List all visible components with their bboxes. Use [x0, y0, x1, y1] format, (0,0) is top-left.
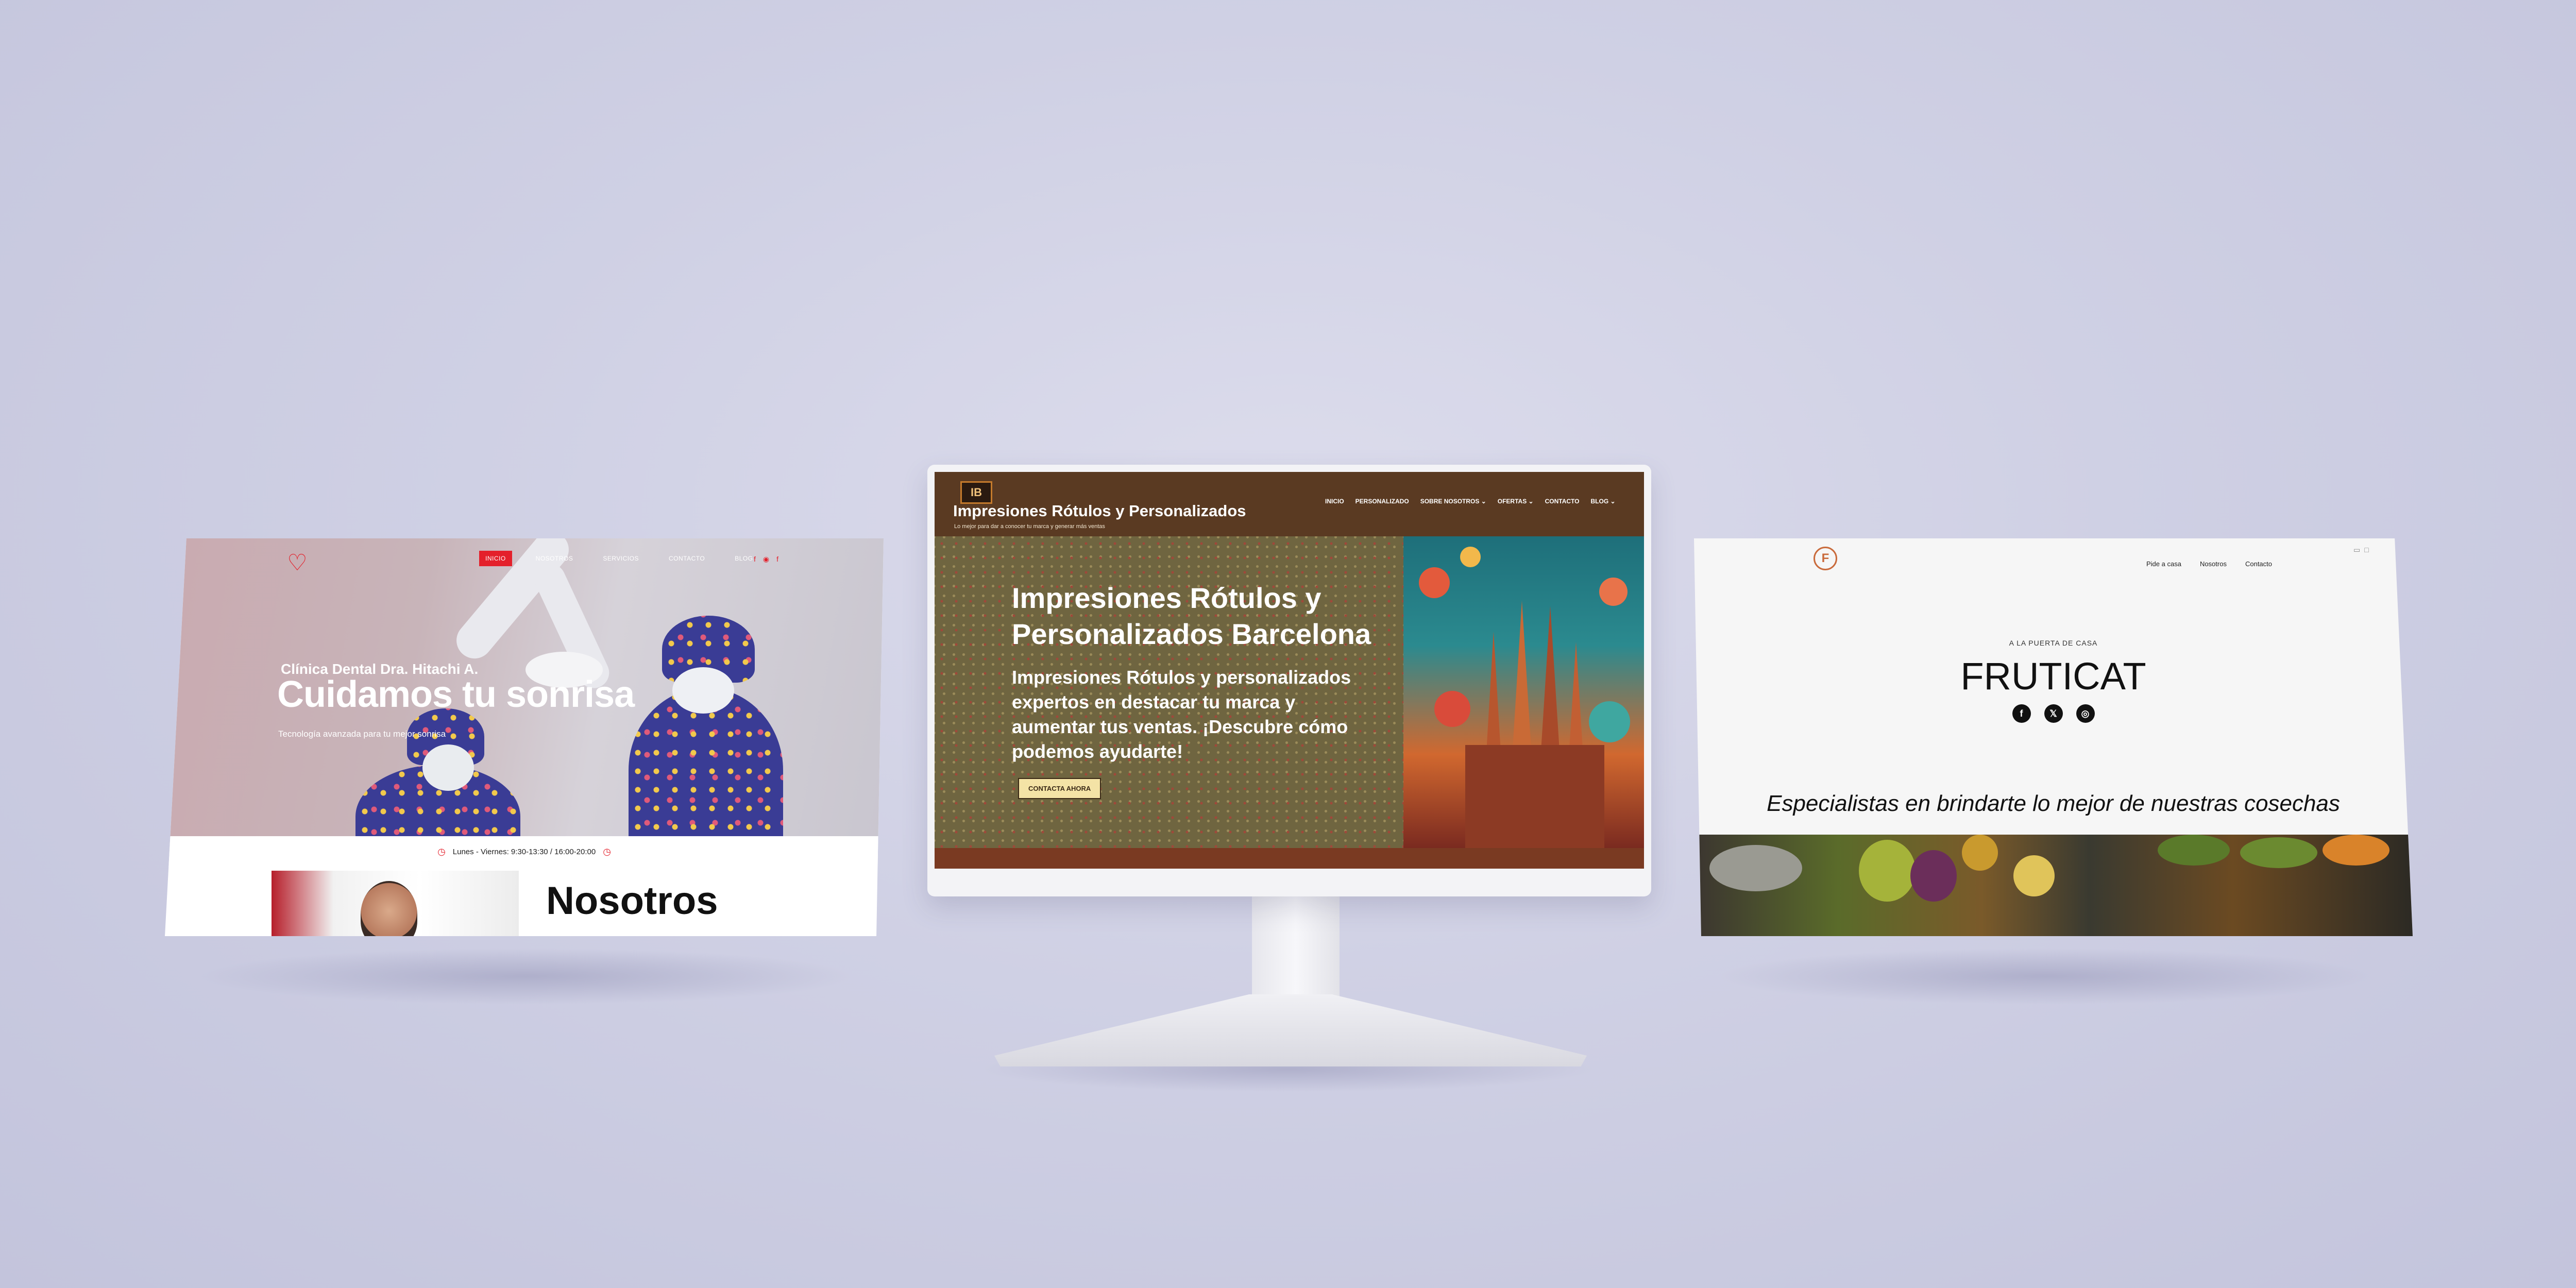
nav-nosotros[interactable]: Nosotros	[2200, 560, 2227, 568]
nav-contacto[interactable]: CONTACTO	[663, 551, 711, 566]
desktop-icon[interactable]: □	[2364, 546, 2368, 554]
hero-title: Cuidamos tu sonrisa	[277, 674, 635, 715]
balloon	[1460, 547, 1481, 567]
fruticat-nav: Pide a casa Nosotros Contacto	[2146, 560, 2272, 568]
instagram-icon[interactable]: ◎	[2076, 704, 2095, 723]
clock-icon: ◷	[603, 846, 611, 857]
monitor-stand-neck	[1252, 896, 1340, 999]
brand-tagline: Lo mejor para dar a conocer tu marca y g…	[954, 523, 1105, 530]
monitor-frame: IB Impresiones Rótulos y Personalizados …	[927, 465, 1651, 896]
x-twitter-icon[interactable]: 𝕏	[2044, 704, 2063, 723]
main-nav: INICIO PERSONALIZADO SOBRE NOSOTROS ⌄ OF…	[1325, 498, 1616, 505]
fruticat-logo-icon[interactable]: F	[1814, 547, 1837, 570]
dental-hero-photo: ♡ INICIO NOSOTROS SERVICIOS CONTACTO BLO…	[165, 538, 884, 836]
contact-now-button[interactable]: CONTACTA AHORA	[1018, 778, 1101, 799]
nav-contacto[interactable]: CONTACTO	[1545, 498, 1580, 505]
fruticat-site-panel: F ▭ □ Pide a casa Nosotros Contacto A LA…	[1694, 538, 2413, 936]
dental-nav: INICIO NOSOTROS SERVICIOS CONTACTO BLOG	[479, 551, 759, 566]
balloon	[1434, 691, 1470, 727]
facade	[1465, 745, 1604, 848]
nav-pide-a-casa[interactable]: Pide a casa	[2146, 560, 2181, 568]
laptop-icon[interactable]: ▭	[2353, 546, 2360, 554]
brand-logo[interactable]: IB	[960, 481, 992, 504]
fruit	[2013, 855, 2055, 896]
balloon	[1419, 567, 1450, 598]
assistant-mask	[672, 667, 734, 714]
location-icon[interactable]: ◉	[763, 555, 769, 564]
hero-bottom-band	[935, 848, 1644, 869]
produce-market-photo	[1694, 835, 2413, 936]
balloon	[1589, 701, 1630, 742]
facebook-icon[interactable]: f	[776, 555, 778, 564]
dentist-face	[422, 744, 474, 791]
basket	[1709, 845, 1802, 891]
melons	[2240, 837, 2317, 868]
nav-contacto[interactable]: Contacto	[2245, 560, 2272, 568]
hero-description: Impresiones Rótulos y personalizados exp…	[1012, 667, 1351, 762]
hero-kicker: A LA PUERTA DE CASA	[2009, 639, 2098, 647]
nav-personalizado[interactable]: PERSONALIZADO	[1355, 498, 1409, 505]
site-header: IB Impresiones Rótulos y Personalizados …	[935, 472, 1644, 536]
about-heading: Nosotros	[546, 879, 718, 923]
nav-sobre-nosotros[interactable]: SOBRE NOSOTROS ⌄	[1420, 498, 1486, 505]
tooth-logo-icon[interactable]: ♡	[284, 548, 310, 579]
nav-blog[interactable]: BLOG ⌄	[1591, 498, 1616, 505]
left-panel-shadow	[196, 948, 855, 1005]
nav-inicio[interactable]: INICIO	[479, 551, 512, 566]
sagrada-familia-illustration	[1403, 536, 1644, 848]
clock-icon: ◷	[437, 846, 446, 857]
nav-nosotros[interactable]: NOSOTROS	[530, 551, 580, 566]
social-links: f 𝕏 ◎	[1694, 704, 2413, 723]
nav-ofertas[interactable]: OFERTAS ⌄	[1498, 498, 1534, 505]
oranges	[2323, 835, 2389, 866]
brand-name[interactable]: Impresiones Rótulos y Personalizados	[953, 502, 1246, 520]
facebook-icon[interactable]: f	[754, 555, 756, 564]
hero-title: Impresiones Rótulos y Personalizados Bar…	[1012, 582, 1371, 650]
right-panel-shadow	[1716, 948, 2375, 1005]
monitor-stand-base	[994, 994, 1587, 1066]
dental-clinic-site-panel: ♡ INICIO NOSOTROS SERVICIOS CONTACTO BLO…	[165, 538, 884, 936]
facebook-icon[interactable]: f	[2012, 704, 2031, 723]
nav-servicios[interactable]: SERVICIOS	[597, 551, 645, 566]
hero-tagline: Tecnología avanzada para tu mejor sonris…	[278, 729, 446, 739]
viewport-icons: ▭ □	[2353, 546, 2369, 554]
opening-hours-bar: ◷ Lunes - Viernes: 9:30-13:30 / 16:00-20…	[165, 836, 884, 867]
section-tagline: Especialistas en brindarte lo mejor de n…	[1767, 791, 2340, 816]
signage-site-screen: IB Impresiones Rótulos y Personalizados …	[935, 472, 1644, 869]
dental-social-links: f ◉ f	[754, 555, 778, 564]
melons	[2158, 835, 2230, 866]
grapes	[1910, 850, 1957, 902]
hero-title: FRUTICAT	[1960, 655, 2146, 698]
nav-inicio[interactable]: INICIO	[1325, 498, 1344, 505]
fruit	[1962, 835, 1998, 871]
opening-hours: Lunes - Viernes: 9:30-13:30 / 16:00-20:0…	[452, 847, 596, 856]
balloon	[1599, 578, 1628, 606]
grapes	[1859, 840, 1916, 902]
